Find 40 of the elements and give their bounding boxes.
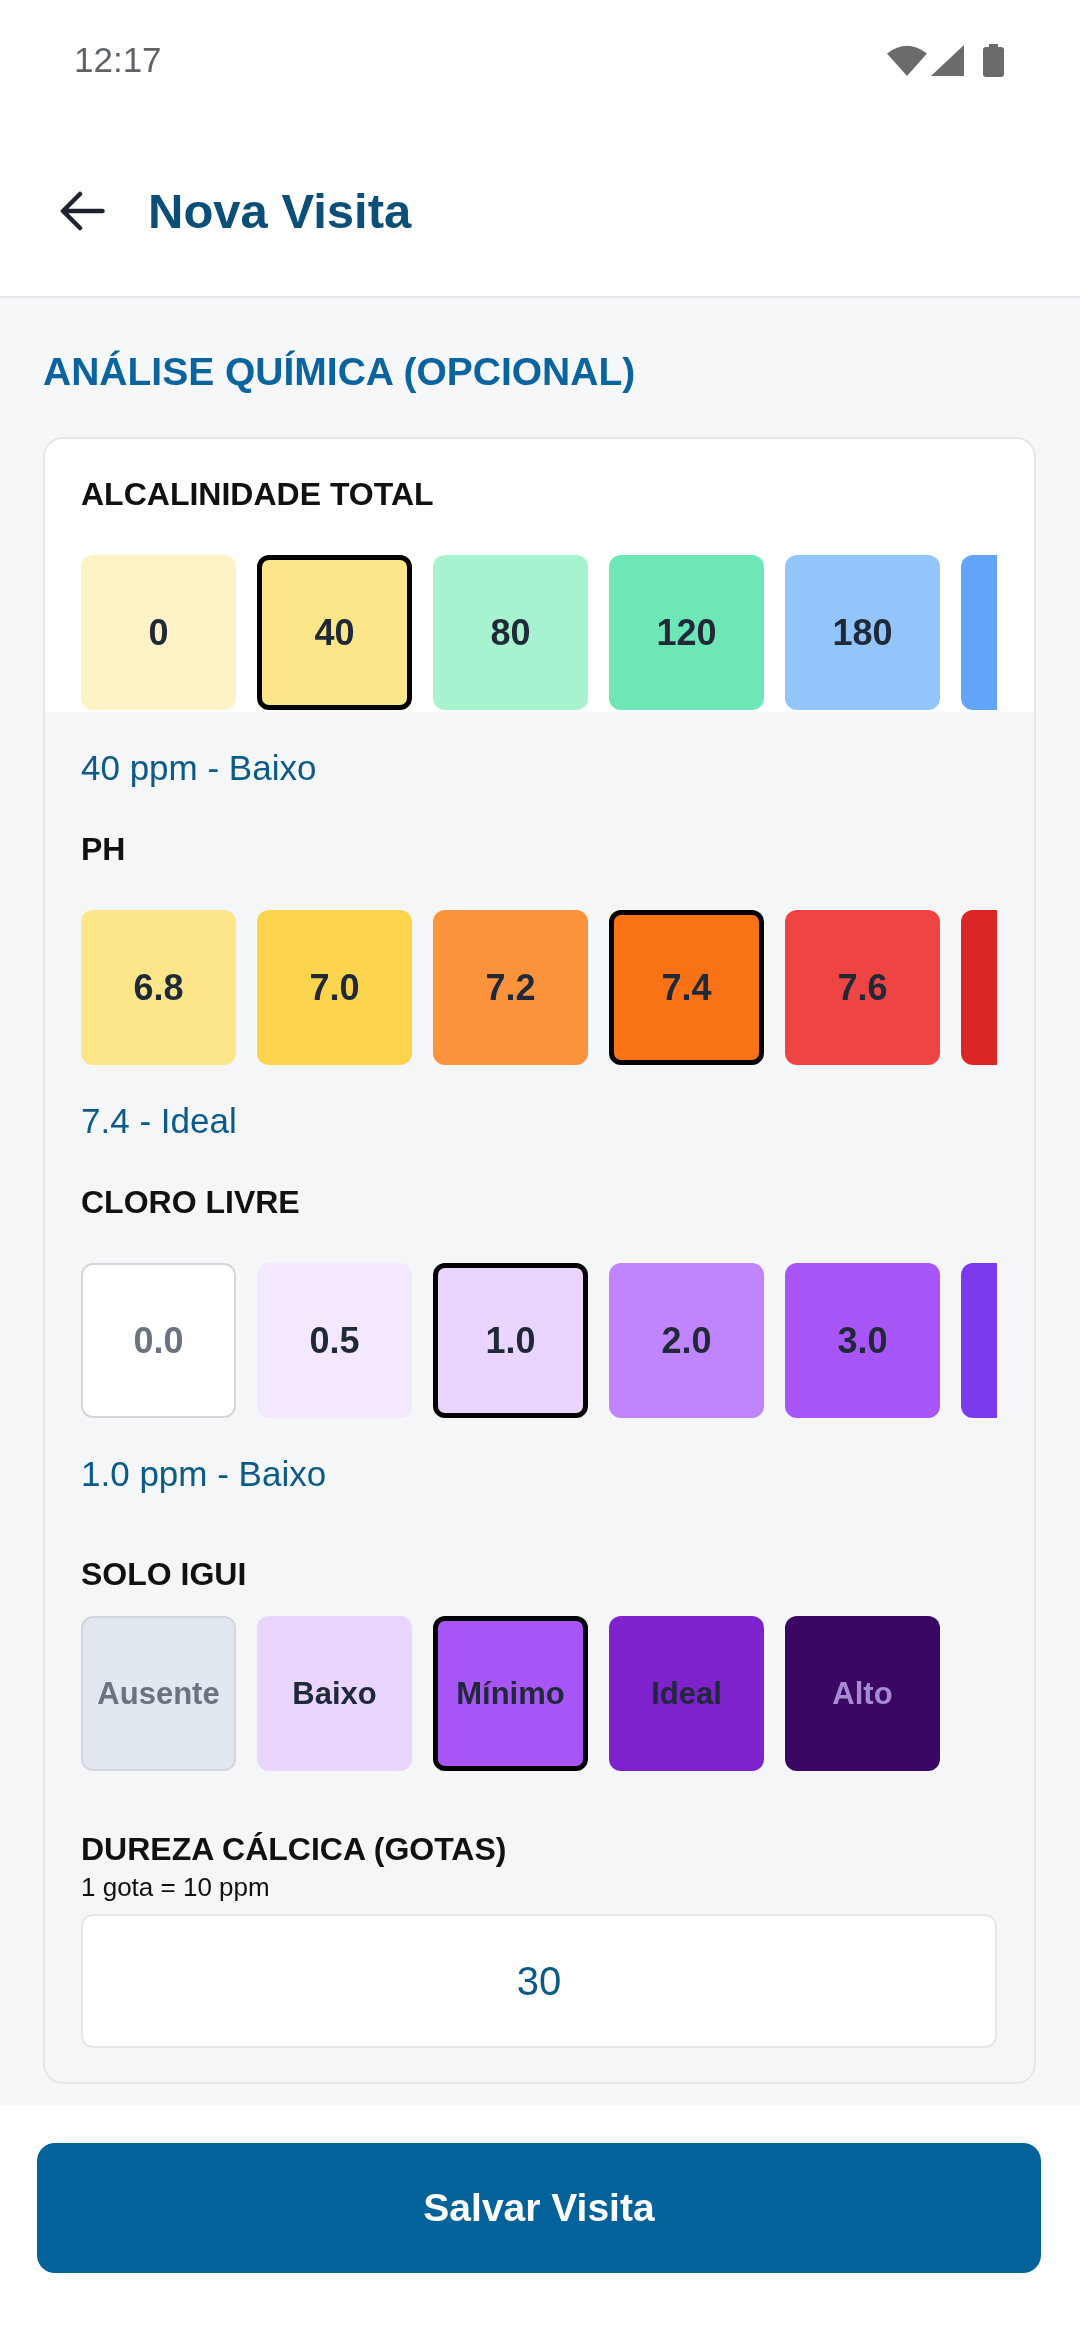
- parameter-label: PH: [81, 830, 126, 869]
- scale-option[interactable]: 0.0: [81, 1263, 236, 1418]
- section-title: ANÁLISE QUÍMICA (OPCIONAL): [43, 350, 636, 394]
- scale-option[interactable]: 2.0: [609, 1263, 764, 1418]
- scale-option[interactable]: 7.6: [785, 910, 940, 1065]
- scale-option[interactable]: 7.4: [609, 910, 764, 1065]
- screen-title: Nova Visita: [148, 183, 412, 240]
- signal-icon: [931, 44, 964, 76]
- scale-option[interactable]: 80: [433, 555, 588, 710]
- level-option[interactable]: Baixo: [257, 1616, 412, 1771]
- back-arrow-icon[interactable]: [60, 191, 105, 231]
- battery-icon: [983, 43, 1004, 77]
- hint-text: 1 gota = 10 ppm: [81, 1872, 270, 1902]
- wifi-icon: [887, 44, 927, 76]
- level-option[interactable]: Alto: [785, 1616, 940, 1771]
- scale-option[interactable]: [961, 555, 997, 710]
- scale-option[interactable]: 40: [257, 555, 412, 710]
- scale-option[interactable]: 120: [609, 555, 764, 710]
- scale-option[interactable]: 1.0: [433, 1263, 588, 1418]
- clock-time: 12:17: [74, 40, 162, 80]
- level-option[interactable]: Mínimo: [433, 1616, 588, 1771]
- parameter-label: SOLO IGUI: [81, 1555, 247, 1594]
- reading-text: 40 ppm - Baixo: [81, 747, 317, 789]
- parameter-label: ALCALINIDADE TOTAL: [81, 475, 434, 514]
- scale-option[interactable]: [961, 910, 997, 1065]
- reading-text: 1.0 ppm - Baixo: [81, 1453, 327, 1495]
- scale-option[interactable]: 6.8: [81, 910, 236, 1065]
- scale-option[interactable]: 3.0: [785, 1263, 940, 1418]
- save-button[interactable]: Salvar Visita: [37, 2143, 1041, 2273]
- parameter-label: CLORO LIVRE: [81, 1183, 300, 1222]
- scale-option[interactable]: 7.0: [257, 910, 412, 1065]
- scale-option[interactable]: 0: [81, 555, 236, 710]
- scale-option[interactable]: 0.5: [257, 1263, 412, 1418]
- scale-option[interactable]: 7.2: [433, 910, 588, 1065]
- reading-text: 7.4 - Ideal: [81, 1100, 237, 1142]
- parameter-label: DUREZA CÁLCICA (GOTAS): [81, 1830, 507, 1869]
- drops-input[interactable]: 30: [81, 1914, 997, 2048]
- level-option[interactable]: Ausente: [81, 1616, 236, 1771]
- scale-option[interactable]: [961, 1263, 997, 1418]
- scale-option[interactable]: 180: [785, 555, 940, 710]
